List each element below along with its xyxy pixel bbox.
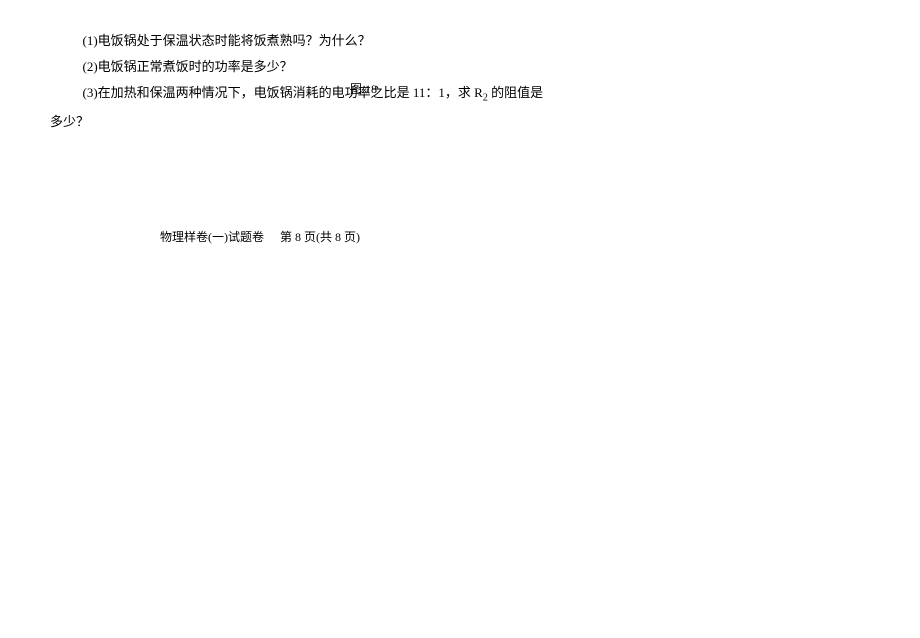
question-2: (2)电饭锅正常煮饭时的功率是多少？ [50, 54, 570, 80]
question-3-text-part1: (3)在加热和保温两种情况下，电饭锅消耗的电功率之比是 11：1，求 R [83, 85, 483, 100]
page-footer: 物理样卷(一)试题卷 第 8 页(共 8 页) [160, 228, 360, 245]
question-1: (1)电饭锅处于保温状态时能将饭煮熟吗？为什么？ [50, 28, 570, 54]
question-3-text-part2: 的阻值是 [488, 85, 543, 100]
figure-caption: 图 18 [350, 80, 377, 97]
question-3-line1: (3)在加热和保温两种情况下，电饭锅消耗的电功率之比是 11：1，求 R2 的阻… [50, 80, 570, 109]
question-3-line2: 多少？ [50, 109, 570, 135]
document-content: (1)电饭锅处于保温状态时能将饭煮熟吗？为什么？ (2)电饭锅正常煮饭时的功率是… [50, 28, 570, 135]
footer-page-number: 第 8 页(共 8 页) [280, 230, 360, 244]
footer-title: 物理样卷(一)试题卷 [160, 230, 264, 244]
